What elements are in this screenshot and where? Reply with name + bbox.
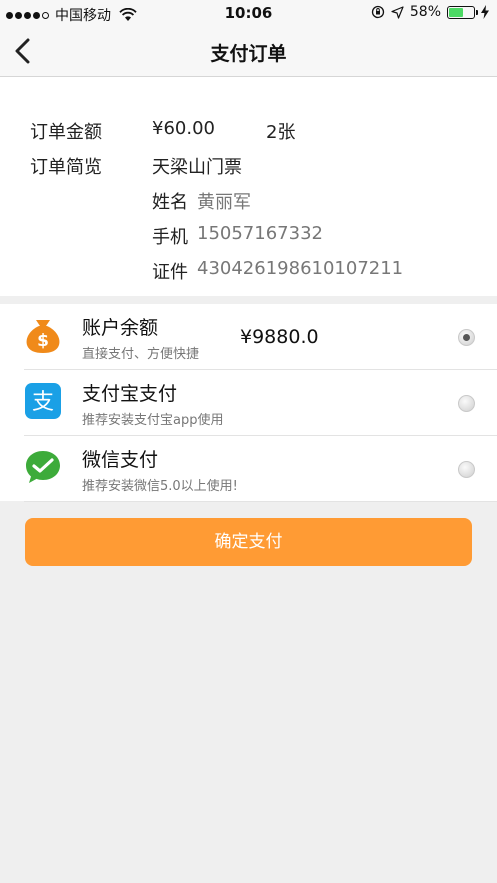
payment-name: 账户余额 [82, 317, 159, 339]
payment-desc: 推荐安装微信5.0以上使用! [82, 479, 238, 494]
status-bar: 中国移动 10:06 58% [0, 0, 497, 26]
wechat-icon [26, 451, 60, 483]
order-amount-label: 订单金额 [30, 122, 102, 143]
radio-alipay[interactable] [458, 395, 475, 412]
svg-text:支: 支 [32, 390, 54, 415]
phone-value: 15057167332 [197, 223, 323, 244]
payment-option-alipay[interactable]: 支 支付宝支付 推荐安装支付宝app使用 [0, 370, 497, 436]
ticket-name: 天梁山门票 [152, 157, 242, 178]
order-summary-label: 订单简览 [30, 157, 102, 178]
confirm-payment-button[interactable]: 确定支付 [25, 518, 472, 566]
alipay-icon: 支 [25, 383, 61, 419]
payment-desc: 推荐安装支付宝app使用 [82, 413, 224, 428]
page-title: 支付订单 [210, 43, 287, 65]
svg-text:$: $ [37, 331, 49, 351]
payment-option-wechat[interactable]: 微信支付 推荐安装微信5.0以上使用! [0, 436, 497, 502]
orientation-lock-icon [371, 5, 385, 19]
payment-method-list: $ 账户余额 直接支付、方便快捷 ¥9880.0 支 支付宝支付 推荐安装支付宝… [0, 304, 497, 502]
id-label: 证件 [152, 262, 188, 283]
payment-option-balance[interactable]: $ 账户余额 直接支付、方便快捷 ¥9880.0 [0, 304, 497, 370]
battery-percent: 58% [409, 4, 441, 20]
battery-icon [447, 5, 478, 19]
name-label: 姓名 [152, 192, 188, 213]
order-amount-value: ¥60.00 [152, 118, 215, 139]
order-summary: 订单金额 ¥60.00 2张 订单简览 天梁山门票 姓名 黄丽军 手机 1505… [0, 77, 497, 296]
nav-bar: 支付订单 [0, 26, 497, 77]
divider [24, 501, 497, 502]
balance-amount: ¥9880.0 [240, 326, 319, 348]
radio-wechat[interactable] [458, 461, 475, 478]
phone-label: 手机 [152, 227, 188, 248]
money-bag-icon: $ [26, 320, 60, 353]
id-value: 430426198610107211 [197, 258, 404, 279]
ticket-count: 2张 [266, 122, 296, 143]
location-arrow-icon [391, 5, 404, 19]
payment-name: 支付宝支付 [82, 383, 178, 405]
charging-bolt-icon [481, 5, 489, 19]
status-right: 58% [371, 4, 489, 20]
radio-balance[interactable] [458, 329, 475, 346]
payment-name: 微信支付 [82, 449, 159, 471]
payment-desc: 直接支付、方便快捷 [82, 347, 200, 362]
name-value: 黄丽军 [197, 192, 251, 213]
battery-fill [449, 7, 463, 17]
